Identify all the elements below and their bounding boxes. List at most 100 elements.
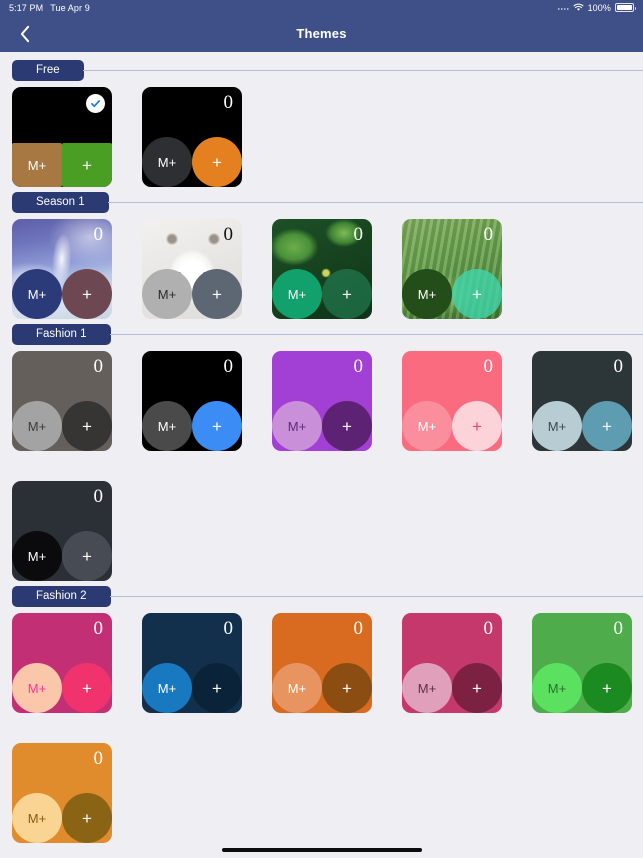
memory-add-button[interactable]: M+ <box>402 269 452 319</box>
signal-dots-icon <box>557 4 569 11</box>
plus-label: + <box>82 416 92 436</box>
display-value: 0 <box>223 356 234 377</box>
memory-add-button[interactable]: M+ <box>402 401 452 451</box>
plus-button[interactable]: + <box>192 663 242 713</box>
plus-label: + <box>602 678 612 698</box>
theme-card[interactable]: 0M++ <box>142 613 242 713</box>
memory-add-label: M+ <box>157 680 177 696</box>
theme-card[interactable]: 0 M+ + <box>272 219 372 319</box>
plus-button[interactable]: + <box>452 663 502 713</box>
memory-add-label: M+ <box>547 418 567 434</box>
status-time: 5:17 PM <box>9 2 44 13</box>
plus-label: + <box>212 284 222 304</box>
plus-label: + <box>472 678 482 698</box>
display-value: 0 <box>483 618 494 639</box>
plus-button[interactable]: + <box>62 663 112 713</box>
memory-add-label: M+ <box>157 286 177 302</box>
memory-add-button[interactable]: M+ <box>142 401 192 451</box>
plus-label: + <box>212 416 222 436</box>
theme-button-row: M+ + <box>532 657 632 713</box>
plus-button[interactable]: + <box>322 663 372 713</box>
theme-card[interactable]: 0M++ <box>142 219 242 319</box>
plus-button[interactable]: + <box>62 793 112 843</box>
plus-button[interactable]: + <box>192 137 242 187</box>
memory-add-button[interactable]: M+ <box>272 663 322 713</box>
theme-grid: 0 M+ +0 M+ +0 M+ +0 M+ + <box>0 219 643 319</box>
plus-button[interactable]: + <box>582 663 632 713</box>
theme-card[interactable]: 0 M+ + <box>142 351 242 451</box>
home-indicator-bar <box>221 848 422 852</box>
memory-add-label: M+ <box>417 286 437 302</box>
theme-grid: 0 M+ +0 M+ +0 M+ +0 M+ +0 M+ +0 M+ + <box>0 613 643 843</box>
theme-card[interactable]: 0 M+ + <box>402 613 502 713</box>
plus-button[interactable]: + <box>62 531 112 581</box>
theme-card[interactable]: 0M++ <box>12 87 112 187</box>
plus-button[interactable]: + <box>322 269 372 319</box>
status-bar-left: 5:17 PM Tue Apr 9 <box>9 3 90 13</box>
plus-button[interactable]: + <box>582 401 632 451</box>
plus-button[interactable]: + <box>452 401 502 451</box>
theme-card[interactable]: 0M++ <box>12 613 112 713</box>
theme-button-row: M+ + <box>272 395 372 451</box>
theme-button-row: M+ + <box>142 263 242 319</box>
home-indicator[interactable] <box>0 848 643 852</box>
display-value: 0 <box>613 356 624 377</box>
theme-card[interactable]: 0 M+ + <box>532 351 632 451</box>
plus-label: + <box>472 284 482 304</box>
theme-section: Fashion 1 0 M+ +0 M+ +0 M+ +0 M+ +0 M+ +0 M+ + <box>0 323 643 581</box>
theme-card[interactable]: 0M++ <box>272 351 372 451</box>
plus-button[interactable]: + <box>192 269 242 319</box>
memory-add-button[interactable]: M+ <box>272 401 322 451</box>
themes-sections: Free0M++0M++Season 10M++0M++0M++0M++Fash… <box>0 59 643 843</box>
page-title: Themes <box>296 26 347 41</box>
memory-add-label: M+ <box>157 418 177 434</box>
memory-add-button[interactable]: M+ <box>12 531 62 581</box>
section-divider <box>82 69 643 71</box>
memory-add-button[interactable]: M+ <box>142 137 192 187</box>
theme-card[interactable]: 0M++ <box>142 87 242 187</box>
theme-button-row: M+ + <box>532 395 632 451</box>
status-bar: 5:17 PM Tue Apr 9 100% <box>0 0 643 15</box>
check-icon <box>90 100 101 108</box>
theme-card[interactable]: 0M++ <box>12 481 112 581</box>
memory-add-button[interactable]: M+ <box>12 269 62 319</box>
memory-add-button[interactable]: M+ <box>142 269 192 319</box>
theme-card[interactable]: 0M++ <box>272 613 372 713</box>
plus-button[interactable]: + <box>322 401 372 451</box>
plus-label: + <box>82 284 92 304</box>
section-divider <box>107 201 643 203</box>
theme-card[interactable]: 0M++ <box>402 351 502 451</box>
memory-add-button[interactable]: M+ <box>12 793 62 843</box>
plus-button[interactable]: + <box>62 401 112 451</box>
memory-add-button[interactable]: M+ <box>532 401 582 451</box>
theme-card[interactable]: 0 M+ + <box>12 219 112 319</box>
plus-button[interactable]: + <box>62 143 112 187</box>
plus-button[interactable]: + <box>62 269 112 319</box>
theme-card[interactable]: 0M++ <box>12 351 112 451</box>
section-header: Season 1 <box>0 191 643 213</box>
display-value: 0 <box>93 224 104 245</box>
plus-label: + <box>212 152 222 172</box>
memory-add-button[interactable]: M+ <box>532 663 582 713</box>
plus-label: + <box>342 284 352 304</box>
memory-add-button[interactable]: M+ <box>12 663 62 713</box>
plus-label: + <box>212 678 222 698</box>
memory-add-button[interactable]: M+ <box>12 401 62 451</box>
memory-add-button[interactable]: M+ <box>272 269 322 319</box>
theme-card[interactable]: 0 M+ + <box>532 613 632 713</box>
theme-button-row: M+ + <box>12 131 112 187</box>
themes-scroll-container[interactable]: Free0M++0M++Season 10M++0M++0M++0M++Fash… <box>0 52 643 858</box>
back-button[interactable] <box>8 15 42 52</box>
theme-card[interactable]: 0M++ <box>402 219 502 319</box>
memory-add-button[interactable]: M+ <box>12 143 62 187</box>
memory-add-button[interactable]: M+ <box>142 663 192 713</box>
theme-button-row: M+ + <box>142 657 242 713</box>
theme-card[interactable]: 0M++ <box>12 743 112 843</box>
theme-button-row: M+ + <box>12 657 112 713</box>
memory-add-button[interactable]: M+ <box>402 663 452 713</box>
plus-button[interactable]: + <box>452 269 502 319</box>
theme-grid: 0M++0M++ <box>0 87 643 187</box>
display-value: 0 <box>613 618 624 639</box>
plus-button[interactable]: + <box>192 401 242 451</box>
display-value: 0 <box>353 224 364 245</box>
